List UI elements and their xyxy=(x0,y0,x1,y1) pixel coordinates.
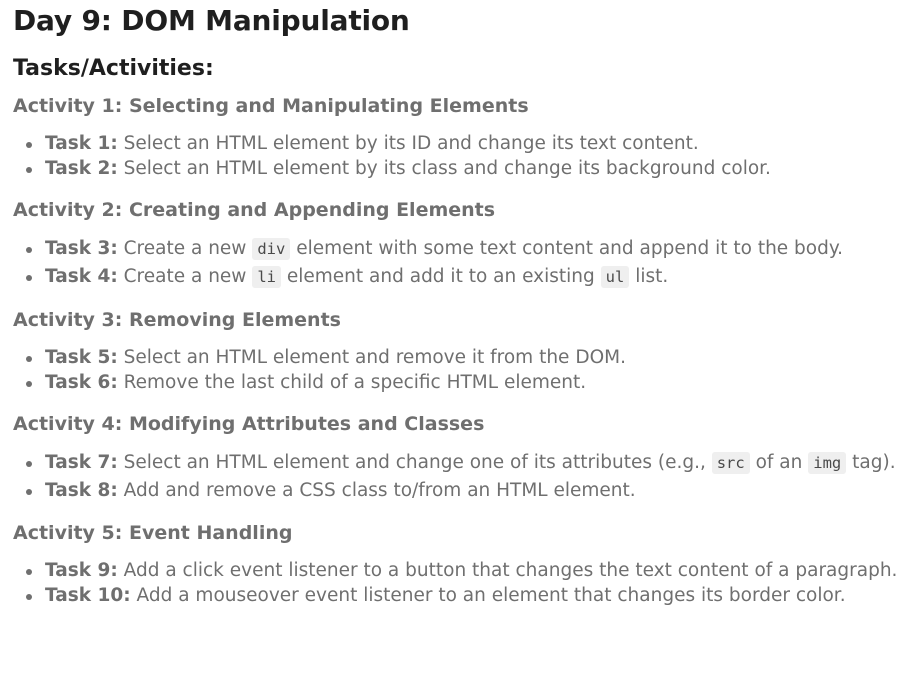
task-label: Task 9: xyxy=(45,560,118,581)
task-item: Task 5: Select an HTML element and remov… xyxy=(13,345,913,370)
inline-code: src xyxy=(711,452,750,474)
task-text: Select an HTML element by its ID and cha… xyxy=(117,133,699,154)
bullet-icon xyxy=(26,275,32,281)
inline-code: div xyxy=(252,238,291,260)
task-text: list. xyxy=(629,266,669,287)
inline-code: ul xyxy=(600,266,630,288)
task-text: element with some text content and appen… xyxy=(290,238,844,259)
task-text: element and add it to an existing xyxy=(281,266,601,287)
task-label: Task 1: xyxy=(45,133,118,154)
task-label: Task 4: xyxy=(45,266,118,287)
activity-heading: Activity 4: Modifying Attributes and Cla… xyxy=(13,413,485,435)
bullet-icon xyxy=(26,594,32,600)
bullet-icon xyxy=(26,569,32,575)
activity-heading: Activity 5: Event Handling xyxy=(13,522,293,544)
task-label: Task 6: xyxy=(45,372,118,393)
task-text: Create a new xyxy=(117,266,253,287)
task-list: Task 3: Create a new div element with so… xyxy=(13,235,913,291)
section-heading: Tasks/Activities: xyxy=(13,56,214,81)
task-list: Task 7: Select an HTML element and chang… xyxy=(13,449,913,504)
bullet-icon xyxy=(26,489,32,495)
page-title: Day 9: DOM Manipulation xyxy=(13,4,410,37)
task-list: Task 1: Select an HTML element by its ID… xyxy=(13,131,913,181)
task-item: Task 3: Create a new div element with so… xyxy=(13,235,913,263)
task-label: Task 5: xyxy=(45,347,118,368)
bullet-icon xyxy=(26,461,32,467)
bullet-icon xyxy=(26,142,32,148)
inline-code: li xyxy=(252,266,281,288)
task-item: Task 1: Select an HTML element by its ID… xyxy=(13,131,913,156)
inline-code: img xyxy=(808,452,847,474)
task-text: Create a new xyxy=(117,238,253,259)
task-item: Task 4: Create a new li element and add … xyxy=(13,263,913,291)
task-text: Remove the last child of a specific HTML… xyxy=(117,372,587,393)
bullet-icon xyxy=(26,167,32,173)
task-item: Task 7: Select an HTML element and chang… xyxy=(13,449,913,477)
task-label: Task 7: xyxy=(45,452,118,473)
task-text: Select an HTML element and remove it fro… xyxy=(117,347,626,368)
task-item: Task 9: Add a click event listener to a … xyxy=(13,558,913,583)
task-list: Task 9: Add a click event listener to a … xyxy=(13,558,913,608)
task-text: of an xyxy=(749,452,809,473)
task-label: Task 10: xyxy=(45,585,131,606)
task-label: Task 3: xyxy=(45,238,118,259)
task-item: Task 8: Add and remove a CSS class to/fr… xyxy=(13,477,913,504)
document: Day 9: DOM Manipulation Tasks/Activities… xyxy=(13,0,913,608)
bullet-icon xyxy=(26,356,32,362)
task-list: Task 5: Select an HTML element and remov… xyxy=(13,345,913,395)
task-text: Select an HTML element by its class and … xyxy=(117,158,771,179)
task-label: Task 2: xyxy=(45,158,118,179)
task-label: Task 8: xyxy=(45,480,118,501)
activity-heading: Activity 2: Creating and Appending Eleme… xyxy=(13,199,496,221)
activity-heading: Activity 1: Selecting and Manipulating E… xyxy=(13,95,529,117)
task-text: tag). xyxy=(846,452,896,473)
task-text: Add and remove a CSS class to/from an HT… xyxy=(117,480,636,501)
task-item: Task 6: Remove the last child of a speci… xyxy=(13,370,913,395)
task-text: Select an HTML element and change one of… xyxy=(117,452,712,473)
task-text: Add a click event listener to a button t… xyxy=(117,560,898,581)
bullet-icon xyxy=(26,247,32,253)
task-item: Task 10: Add a mouseover event listener … xyxy=(13,583,913,608)
activity-heading: Activity 3: Removing Elements xyxy=(13,309,341,331)
bullet-icon xyxy=(26,381,32,387)
task-text: Add a mouseover event listener to an ele… xyxy=(130,585,846,606)
task-item: Task 2: Select an HTML element by its cl… xyxy=(13,156,913,181)
